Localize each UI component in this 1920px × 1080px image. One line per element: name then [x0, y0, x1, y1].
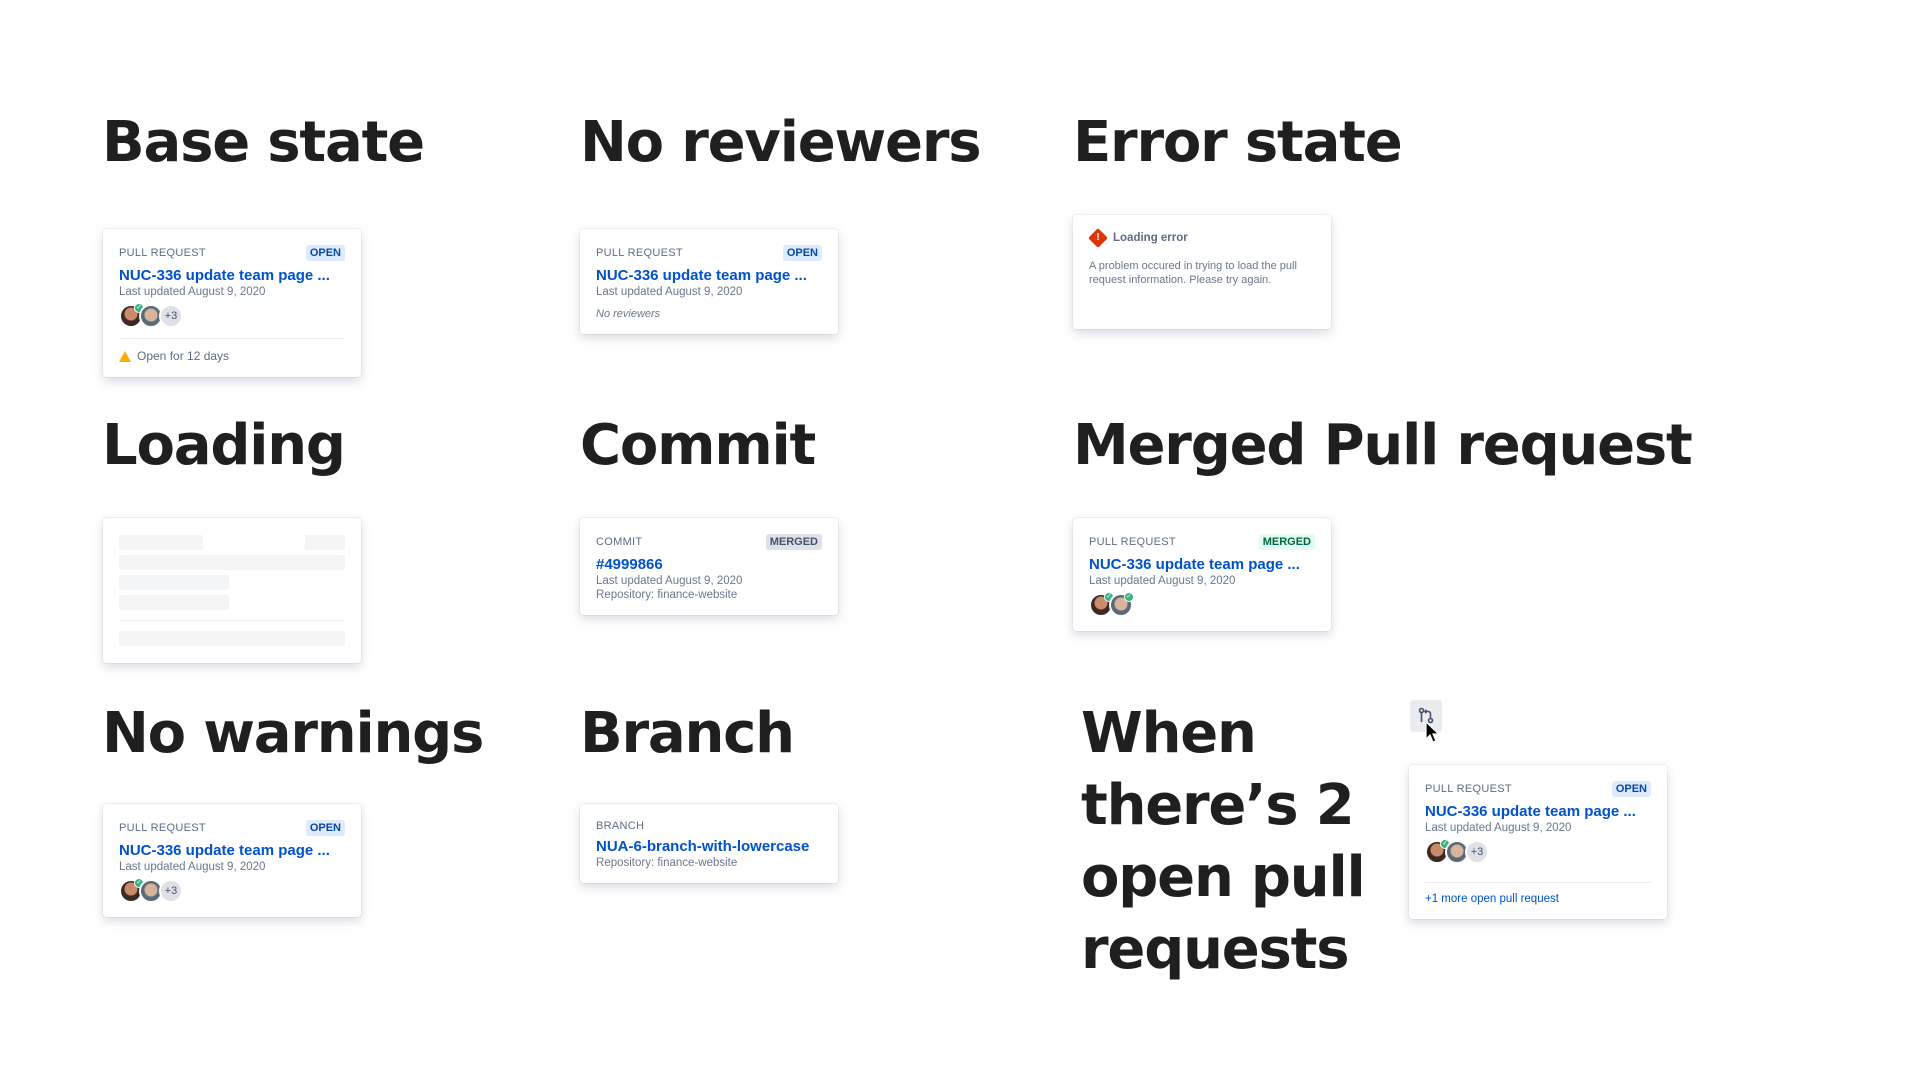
card-type-label: PULL REQUEST [1089, 536, 1176, 548]
more-reviewers-count: +3 [159, 879, 183, 903]
commit-id-link[interactable]: #4999866 [596, 556, 822, 573]
reviewer-avatars: ✓ +3 [119, 878, 345, 903]
error-title: Loading error [1113, 232, 1188, 244]
card-type-label: PULL REQUEST [119, 822, 206, 834]
divider [119, 338, 345, 339]
skeleton-line [119, 631, 345, 646]
skeleton-line [119, 555, 345, 570]
pr-card-no-reviewers[interactable]: PULL REQUEST OPEN NUC-336 update team pa… [580, 229, 838, 334]
status-badge-open: OPEN [782, 245, 822, 261]
heading-error-state: Error state [1073, 110, 1403, 175]
card-type-label: PULL REQUEST [596, 247, 683, 259]
pr-card-base-state[interactable]: PULL REQUEST OPEN NUC-336 update team pa… [103, 229, 361, 377]
card-type-label: PULL REQUEST [1425, 783, 1512, 795]
last-updated: Last updated August 9, 2020 [1425, 822, 1572, 834]
skeleton-line [305, 535, 345, 550]
last-updated: Last updated August 9, 2020 [596, 286, 743, 298]
heading-two-open-prs: When there’s 2 open pull requests [1081, 701, 1366, 982]
card-type-label: COMMIT [596, 536, 643, 548]
no-reviewers-note: No reviewers [596, 308, 661, 320]
pr-title-link[interactable]: NUC-336 update team page ... [596, 267, 822, 284]
mouse-pointer-icon [1425, 721, 1440, 743]
pr-card-two-open[interactable]: PULL REQUEST OPEN NUC-336 update team pa… [1409, 765, 1667, 919]
skeleton-line [119, 535, 203, 550]
last-updated: Last updated August 9, 2020 [1089, 575, 1236, 587]
heading-merged-pull-request: Merged Pull request [1073, 413, 1693, 478]
more-open-prs-link[interactable]: +1 more open pull request [1425, 893, 1651, 905]
pr-title-link[interactable]: NUC-336 update team page ... [1089, 556, 1315, 573]
pr-title-link[interactable]: NUC-336 update team page ... [1425, 803, 1651, 820]
last-updated: Last updated August 9, 2020 [119, 286, 266, 298]
skeleton-line [119, 595, 229, 610]
repository: Repository: finance-website [596, 589, 738, 601]
pr-card-no-warnings[interactable]: PULL REQUEST OPEN NUC-336 update team pa… [103, 804, 361, 917]
divider [119, 620, 345, 621]
skeleton-line [119, 575, 229, 590]
more-reviewers-count: +3 [159, 304, 183, 328]
card-type-label: BRANCH [596, 820, 645, 832]
avatar: ✓ [1109, 592, 1134, 617]
pr-card-merged[interactable]: PULL REQUEST MERGED NUC-336 update team … [1073, 518, 1331, 631]
more-reviewers-count: +3 [1465, 840, 1489, 864]
error-message: A problem occured in trying to load the … [1089, 260, 1297, 286]
status-badge-merged: MERGED [765, 534, 822, 550]
check-icon: ✓ [1124, 592, 1134, 602]
status-badge-merged: MERGED [1258, 534, 1315, 550]
status-badge-open: OPEN [1611, 781, 1651, 797]
status-badge-open: OPEN [305, 245, 345, 261]
reviewer-avatars: ✓ +3 [119, 303, 345, 328]
reviewer-avatars: ✓ +3 [1425, 839, 1651, 864]
card-type-label: PULL REQUEST [119, 247, 206, 259]
pr-card-loading [103, 518, 361, 663]
reviewer-avatars: ✓ ✓ [1089, 592, 1315, 617]
branch-name-link[interactable]: NUA-6-branch-with-lowercase [596, 838, 822, 855]
last-updated: Last updated August 9, 2020 [596, 575, 743, 587]
commit-card[interactable]: COMMIT MERGED #4999866 Last updated Augu… [580, 518, 838, 615]
repository: Repository: finance-website [596, 857, 738, 869]
pr-card-error: ! Loading error A problem occured in try… [1073, 215, 1331, 329]
pr-title-link[interactable]: NUC-336 update team page ... [119, 267, 345, 284]
branch-card[interactable]: BRANCH NUA-6-branch-with-lowercase Repos… [580, 804, 838, 883]
heading-no-reviewers: No reviewers [580, 110, 982, 175]
pr-title-link[interactable]: NUC-336 update team page ... [119, 842, 345, 859]
last-updated: Last updated August 9, 2020 [119, 861, 266, 873]
status-badge-open: OPEN [305, 820, 345, 836]
warning-icon [119, 350, 131, 362]
heading-base-state: Base state [102, 110, 425, 175]
divider [1425, 882, 1651, 883]
heading-commit: Commit [580, 413, 816, 478]
open-duration-warning: Open for 12 days [137, 349, 230, 363]
heading-branch: Branch [580, 701, 795, 766]
heading-no-warnings: No warnings [102, 701, 484, 766]
heading-loading: Loading [102, 413, 346, 478]
error-icon: ! [1088, 228, 1108, 248]
